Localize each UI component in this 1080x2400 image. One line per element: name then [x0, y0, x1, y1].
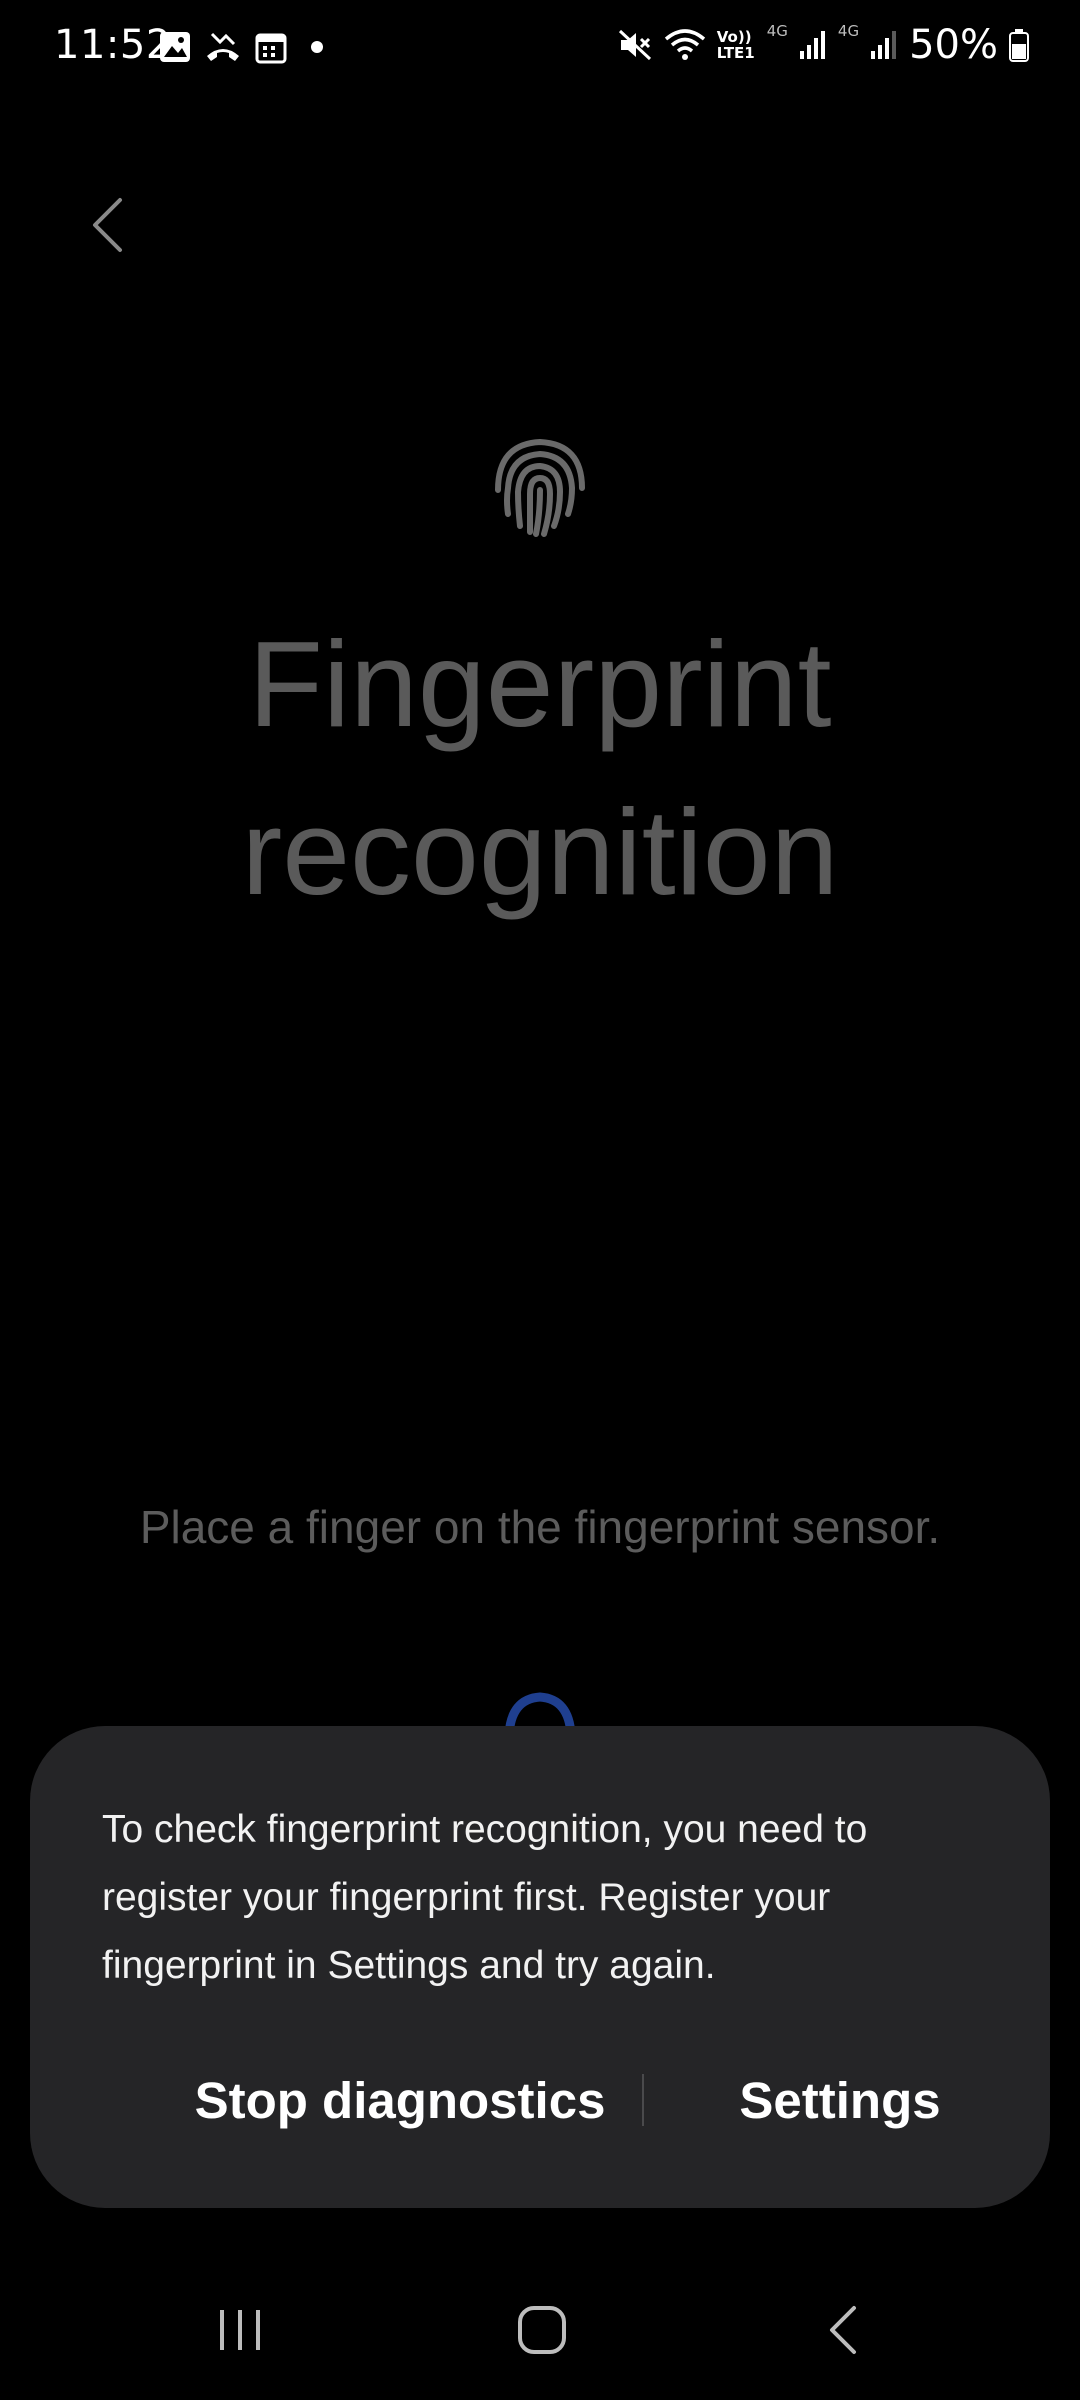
back-icon — [830, 2306, 856, 2354]
back-button[interactable] — [80, 185, 140, 265]
home-icon — [518, 2306, 566, 2354]
battery-percent: 50% — [909, 22, 998, 68]
volte-label: Vo)) LTE1 — [716, 28, 755, 62]
gallery-icon — [160, 32, 190, 62]
status-right-icons: Vo)) LTE1 4G 4G 50% — [617, 22, 1030, 68]
nav-back-button[interactable] — [820, 2302, 870, 2358]
status-time: 11:52 — [54, 22, 172, 68]
network-type-label: 4G — [837, 22, 860, 40]
recents-icon — [220, 2310, 260, 2350]
dot-icon — [311, 41, 323, 53]
status-bar: 11:52 Vo)) LTE1 4G 4G 50% — [0, 0, 1080, 100]
signal-4g-icon — [799, 31, 825, 59]
fingerprint-icon — [484, 430, 596, 542]
title-line-1: Fingerprint — [248, 616, 832, 752]
dialog-message: To check fingerprint recognition, you ne… — [102, 1808, 868, 1987]
network-type-label: 4G — [766, 22, 788, 40]
navigation-bar — [0, 2280, 1080, 2380]
dialog-buttons: Stop diagnostics Settings — [30, 2056, 1050, 2146]
missed-call-icon — [207, 32, 239, 61]
button-divider — [642, 2074, 644, 2126]
page-title: Fingerprint recognition — [0, 600, 1080, 936]
mute-icon — [618, 29, 651, 61]
chevron-left-icon — [93, 198, 122, 252]
settings-button[interactable]: Settings — [670, 2056, 1010, 2146]
wifi-icon — [664, 29, 705, 60]
calendar-icon — [255, 33, 287, 64]
instruction-text: Place a finger on the fingerprint sensor… — [139, 1501, 941, 1553]
title-line-2: recognition — [241, 784, 839, 920]
home-button[interactable] — [512, 2302, 572, 2358]
signal-4g-icon — [871, 31, 897, 59]
battery-icon — [1009, 29, 1029, 62]
status-left-icons — [158, 30, 334, 64]
register-fingerprint-dialog: To check fingerprint recognition, you ne… — [30, 1726, 1050, 2208]
recents-button[interactable] — [210, 2302, 270, 2358]
stop-diagnostics-button[interactable]: Stop diagnostics — [140, 2056, 660, 2146]
